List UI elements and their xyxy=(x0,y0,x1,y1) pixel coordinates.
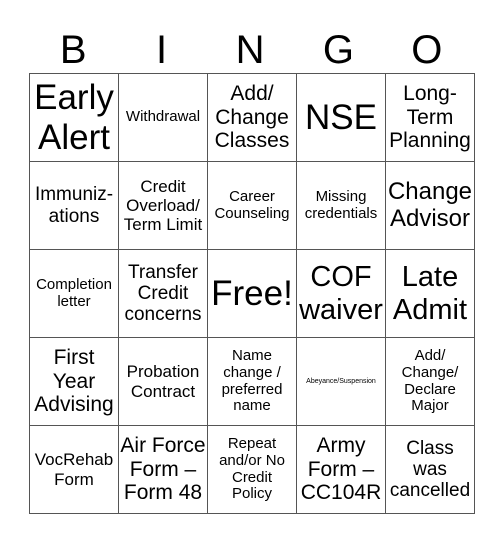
cell-label: Add/ Change/ Declare Major xyxy=(401,346,459,415)
cell-label: Long- Term Planning xyxy=(389,82,471,153)
bingo-cell[interactable]: Late Admit xyxy=(385,249,475,338)
bingo-cell[interactable]: Change Advisor xyxy=(385,161,475,250)
bingo-cell[interactable]: Name change / preferred name xyxy=(207,337,297,426)
header-letter-i: I xyxy=(156,28,168,72)
cell-label: Probation Contract xyxy=(126,362,200,401)
bingo-cell[interactable]: Credit Overload/ Term Limit xyxy=(118,161,208,250)
cell-label: Free! xyxy=(211,273,293,313)
cell-label: Change Advisor xyxy=(387,177,473,232)
bingo-cell[interactable]: Add/ Change Classes xyxy=(207,73,297,162)
bingo-card: Early Alert Withdrawal Add/ Change Class… xyxy=(29,73,475,514)
bingo-cell[interactable]: VocRehab Form xyxy=(29,425,119,514)
bingo-cell[interactable]: COF waiver xyxy=(296,249,386,338)
bingo-cell[interactable]: NSE xyxy=(296,73,386,162)
cell-label: Air Force Form – Form 48 xyxy=(120,434,206,505)
bingo-row: VocRehab Form Air Force Form – Form 48 R… xyxy=(29,425,475,514)
bingo-cell[interactable]: Withdrawal xyxy=(118,73,208,162)
bingo-cell[interactable]: Career Counseling xyxy=(207,161,297,250)
cell-label: Transfer Credit concerns xyxy=(124,261,202,326)
cell-label: Name change / preferred name xyxy=(221,346,283,415)
bingo-row: First Year Advising Probation Contract N… xyxy=(29,337,475,426)
cell-label: Completion letter xyxy=(36,275,112,310)
bingo-cell[interactable]: Immuniz- ations xyxy=(29,161,119,250)
bingo-cell[interactable]: Transfer Credit concerns xyxy=(118,249,208,338)
bingo-cell[interactable]: Army Form – CC104R xyxy=(296,425,386,514)
cell-label: Withdrawal xyxy=(125,108,201,126)
bingo-cell[interactable]: Early Alert xyxy=(29,73,119,162)
bingo-row: Immuniz- ations Credit Overload/ Term Li… xyxy=(29,161,475,250)
bingo-cell[interactable]: Repeat and/or No Credit Policy xyxy=(207,425,297,514)
free-space-cell[interactable]: Free! xyxy=(207,249,297,338)
bingo-cell[interactable]: Probation Contract xyxy=(118,337,208,426)
cell-label: NSE xyxy=(305,97,377,137)
header-letter-n: N xyxy=(235,28,265,72)
cell-label: Career Counseling xyxy=(214,187,290,222)
cell-label: Add/ Change Classes xyxy=(214,82,290,153)
bingo-cell[interactable]: Class was cancelled xyxy=(385,425,475,514)
cell-label: VocRehab Form xyxy=(34,450,114,489)
cell-label: First Year Advising xyxy=(34,346,114,417)
header-letter-o: O xyxy=(411,28,443,72)
bingo-row: Early Alert Withdrawal Add/ Change Class… xyxy=(29,73,475,162)
bingo-cell[interactable]: Long- Term Planning xyxy=(385,73,475,162)
bingo-cell[interactable]: Abeyance/Suspension xyxy=(296,337,386,426)
cell-label: COF waiver xyxy=(299,261,383,326)
cell-label: Immuniz- ations xyxy=(34,184,114,227)
cell-label: Early Alert xyxy=(34,78,114,157)
bingo-row: Completion letter Transfer Credit concer… xyxy=(29,249,475,338)
bingo-cell[interactable]: Add/ Change/ Declare Major xyxy=(385,337,475,426)
cell-label: Credit Overload/ Term Limit xyxy=(123,176,203,235)
cell-label: Late Admit xyxy=(392,261,468,326)
bingo-cell[interactable]: Completion letter xyxy=(29,249,119,338)
cell-label: Abeyance/Suspension xyxy=(306,377,376,385)
bingo-cell[interactable]: Air Force Form – Form 48 xyxy=(118,425,208,514)
cell-label: Army Form – CC104R xyxy=(300,434,382,505)
cell-label: Repeat and/or No Credit Policy xyxy=(219,434,285,503)
bingo-header: B I N G O xyxy=(29,28,471,73)
header-letter-g: G xyxy=(322,28,354,72)
bingo-cell[interactable]: Missing credentials xyxy=(296,161,386,250)
bingo-cell[interactable]: First Year Advising xyxy=(29,337,119,426)
header-letter-b: B xyxy=(59,28,87,72)
cell-label: Class was cancelled xyxy=(389,437,471,502)
cell-label: Missing credentials xyxy=(304,187,378,222)
